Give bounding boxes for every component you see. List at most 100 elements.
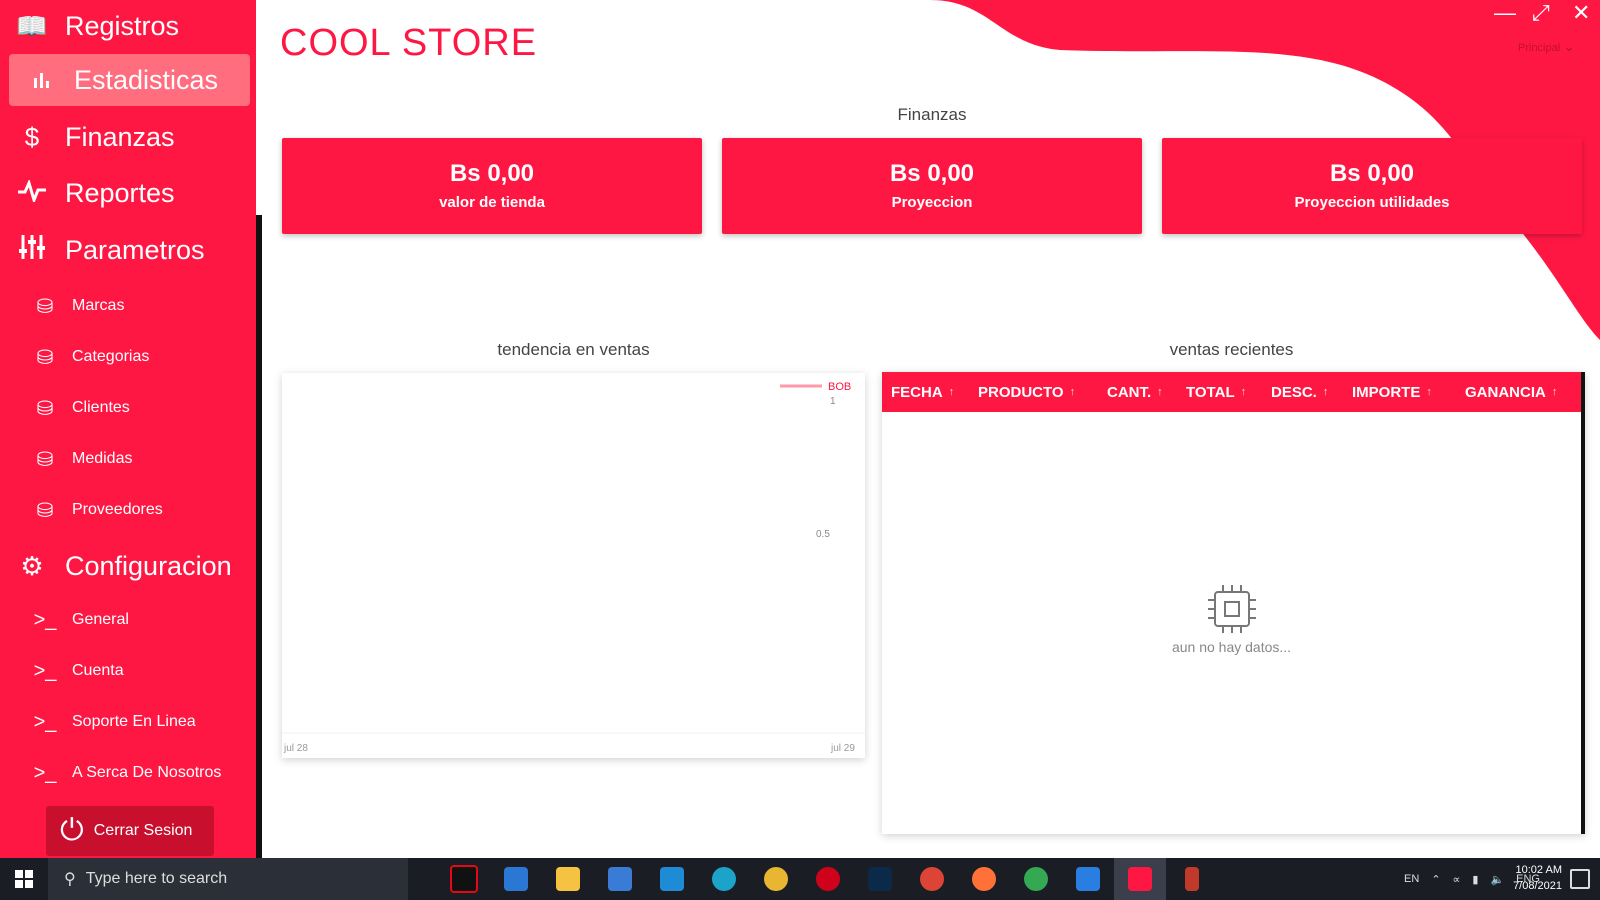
start-button[interactable] bbox=[0, 858, 48, 900]
sidebar-item-label: General bbox=[72, 611, 129, 628]
sidebar-item-acerca[interactable]: >_ A Serca De Nosotros bbox=[0, 753, 256, 793]
sidebar-item-clientes[interactable]: ⛁ Clientes bbox=[0, 388, 256, 428]
sort-arrow-icon: ↑ bbox=[1551, 386, 1558, 398]
database-icon: ⛁ bbox=[36, 346, 54, 369]
card-valor-tienda: Bs 0,00 valor de tienda bbox=[282, 138, 702, 234]
column-header-fecha[interactable]: FECHA ↑ bbox=[882, 384, 969, 401]
sidebar-item-label: Clientes bbox=[72, 399, 130, 416]
sidebar-item-parametros[interactable]: Parametros bbox=[0, 224, 256, 276]
sidebar-item-soporte[interactable]: >_ Soporte En Linea bbox=[0, 702, 256, 742]
sidebar-item-label: Configuracion bbox=[65, 550, 232, 581]
sidebar-item-label: Parametros bbox=[65, 234, 205, 265]
logout-button[interactable]: ⏻ Cerrar Sesion bbox=[46, 806, 214, 856]
taskbar-app-other[interactable] bbox=[1166, 858, 1218, 900]
terminal-icon: >_ bbox=[33, 659, 57, 682]
dollar-icon: $ bbox=[24, 121, 40, 152]
taskbar-app-firefox[interactable] bbox=[958, 858, 1010, 900]
book-icon: 📖 bbox=[15, 10, 49, 41]
database-icon: ⛁ bbox=[36, 499, 54, 522]
taskbar-app-coolstore[interactable] bbox=[1114, 858, 1166, 900]
sidebar-item-label: Reportes bbox=[65, 177, 175, 208]
sidebar-item-categorias[interactable]: ⛁ Categorias bbox=[0, 337, 256, 377]
taskbar-app-netflix[interactable] bbox=[438, 858, 490, 900]
sidebar-item-finanzas[interactable]: $ Finanzas bbox=[0, 111, 256, 163]
sidebar-item-label: Estadisticas bbox=[74, 64, 219, 95]
chevron-up-icon[interactable]: ⌃ bbox=[1431, 873, 1440, 886]
sliders-icon bbox=[15, 234, 49, 267]
column-header-label: IMPORTE bbox=[1352, 383, 1421, 401]
windows-icon bbox=[15, 870, 33, 888]
card-proyeccion-utilidades: Bs 0,00 Proyeccion utilidades bbox=[1162, 138, 1582, 234]
sidebar-item-reportes[interactable]: Reportes bbox=[0, 167, 256, 219]
taskbar-app-vscode[interactable] bbox=[646, 858, 698, 900]
taskbar-app-store[interactable] bbox=[594, 858, 646, 900]
network-icon[interactable]: ∝ bbox=[1453, 873, 1461, 886]
sidebar-item-registros[interactable]: 📖 Registros bbox=[0, 0, 256, 52]
taskbar-app-chrome-2[interactable] bbox=[1010, 858, 1062, 900]
taskbar-app-opera[interactable] bbox=[802, 858, 854, 900]
battery-icon[interactable]: ▮ bbox=[1472, 873, 1478, 886]
taskbar-app-explorer[interactable] bbox=[542, 858, 594, 900]
card-proyeccion: Bs 0,00 Proyeccion bbox=[722, 138, 1142, 234]
chevron-down-icon: ⌄ bbox=[1563, 38, 1575, 54]
x-tick-label: jul 29 bbox=[830, 743, 855, 754]
sidebar-item-label: Categorias bbox=[72, 348, 150, 365]
card-amount: Bs 0,00 bbox=[449, 160, 535, 187]
column-header-ganancia[interactable]: GANANCIA ↑ bbox=[1456, 384, 1575, 401]
column-header-desc[interactable]: DESC. ↑ bbox=[1262, 384, 1343, 401]
app-title: COOL STORE bbox=[280, 22, 538, 64]
card-label: Proyeccion bbox=[891, 194, 973, 211]
search-placeholder: Type here to search bbox=[85, 870, 228, 887]
finanzas-title: Finanzas bbox=[897, 105, 967, 124]
taskbar-app-photoshop[interactable] bbox=[854, 858, 906, 900]
sort-arrow-icon: ↑ bbox=[948, 386, 955, 398]
sidebar-item-medidas[interactable]: ⛁ Medidas bbox=[0, 439, 256, 479]
taskbar-search[interactable]: ⚲ Type here to search bbox=[48, 858, 408, 900]
sidebar-item-label: Medidas bbox=[72, 450, 133, 467]
sidebar-item-label: Proveedores bbox=[72, 501, 163, 518]
taskbar-app-edge[interactable] bbox=[698, 858, 750, 900]
sidebar-item-configuracion[interactable]: ⚙ Configuracion bbox=[0, 540, 256, 592]
clock-date: 7/08/2021 bbox=[1513, 880, 1562, 892]
taskbar-app-chrome-dev[interactable] bbox=[750, 858, 802, 900]
clock-time: 10:02 AM bbox=[1515, 864, 1562, 876]
taskbar-app-chrome[interactable] bbox=[906, 858, 958, 900]
lang-indicator[interactable]: EN bbox=[1404, 873, 1419, 885]
close-button[interactable]: ✕ bbox=[1572, 0, 1590, 26]
taskbar-app-photos[interactable] bbox=[1062, 858, 1114, 900]
chip-icon bbox=[1207, 585, 1256, 633]
column-header-importe[interactable]: IMPORTE ↑ bbox=[1343, 384, 1456, 401]
minimize-button[interactable]: — bbox=[1494, 0, 1516, 26]
notification-icon[interactable] bbox=[1570, 869, 1590, 889]
column-header-cant[interactable]: CANT. ↑ bbox=[1098, 384, 1177, 401]
recent-sales-table: FECHA ↑ PRODUCTO ↑ CANT. ↑ TOTAL ↑ DESC. ↑ IM… bbox=[882, 372, 1585, 834]
taskbar-app-azure[interactable] bbox=[490, 858, 542, 900]
card-amount: Bs 0,00 bbox=[1329, 160, 1415, 187]
maximize-button[interactable]: ⤢ bbox=[1532, 0, 1550, 26]
pulse-icon bbox=[15, 178, 49, 209]
column-header-label: FECHA bbox=[891, 383, 943, 401]
sidebar-item-general[interactable]: >_ General bbox=[0, 600, 256, 640]
terminal-icon: >_ bbox=[33, 761, 57, 784]
sidebar-item-marcas[interactable]: ⛁ Marcas bbox=[0, 286, 256, 326]
card-label: Proyeccion utilidades bbox=[1294, 194, 1450, 211]
sidebar-item-cuenta[interactable]: >_ Cuenta bbox=[0, 651, 256, 691]
principal-dropdown[interactable]: Principal ⌄ bbox=[1518, 38, 1575, 55]
taskbar-clock[interactable]: 10:02 AM 7/08/2021 bbox=[1513, 862, 1562, 894]
column-header-total[interactable]: TOTAL ↑ bbox=[1177, 384, 1262, 401]
empty-text: aun no hay datos... bbox=[1171, 639, 1292, 655]
taskbar: ⚲ Type here to search EN ⌃ ∝ ▮ 🔈 ENG 10:… bbox=[0, 858, 1600, 900]
column-header-producto[interactable]: PRODUCTO ↑ bbox=[969, 384, 1098, 401]
sidebar-item-estadisticas[interactable]: Estadisticas bbox=[9, 54, 250, 106]
sort-arrow-icon: ↑ bbox=[1069, 386, 1076, 398]
database-icon: ⛁ bbox=[36, 295, 54, 318]
principal-label: Principal bbox=[1518, 42, 1561, 54]
y-tick-label: 0.5 bbox=[816, 529, 830, 540]
sidebar-item-proveedores[interactable]: ⛁ Proveedores bbox=[0, 490, 256, 530]
sidebar-item-label: Finanzas bbox=[65, 121, 175, 152]
sort-arrow-icon: ↑ bbox=[1426, 386, 1432, 398]
bar-chart-icon bbox=[24, 65, 58, 96]
table-title: ventas recientes bbox=[1169, 340, 1294, 359]
volume-icon[interactable]: 🔈 bbox=[1490, 873, 1504, 886]
sort-arrow-icon: ↑ bbox=[1322, 386, 1329, 398]
